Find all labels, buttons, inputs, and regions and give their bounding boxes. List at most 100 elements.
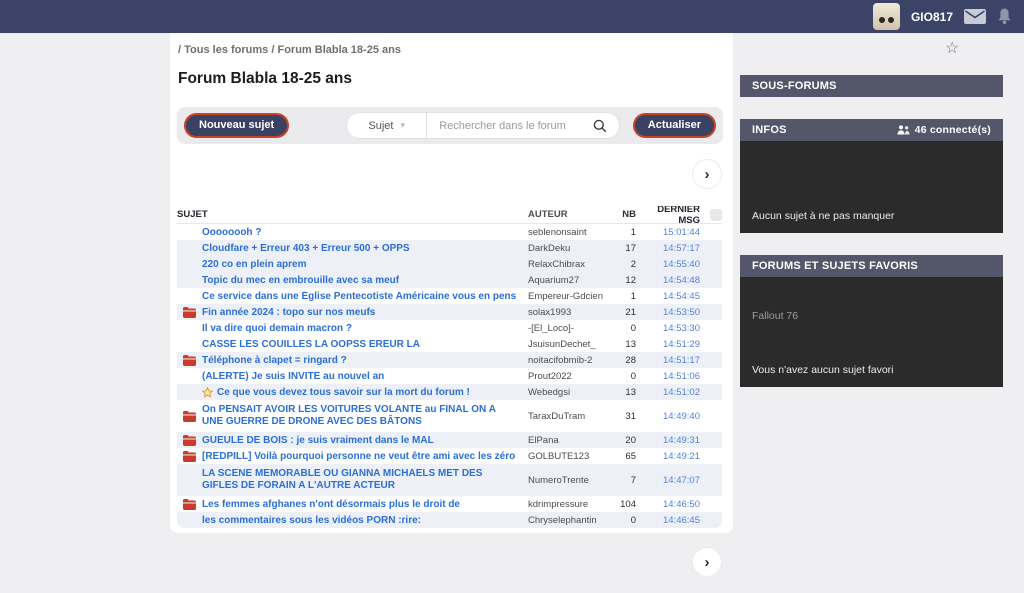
favorite-forum-link[interactable]: Fallout 76 <box>752 310 798 322</box>
topic-last-msg-time[interactable]: 14:55:40 <box>636 259 700 270</box>
topic-last-msg-time[interactable]: 14:51:29 <box>636 339 700 350</box>
topic-author[interactable]: seblenonsaint <box>516 227 606 238</box>
bell-icon[interactable] <box>997 8 1012 25</box>
topic-title: GUEULE DE BOIS : je suis vraiment dans l… <box>202 435 434 446</box>
topic-title: On PENSAIT AVOIR LES VOITURES VOLANTE au… <box>202 404 516 429</box>
topic-link[interactable]: Ce service dans une Église Pentecotiste … <box>202 291 516 302</box>
search-input[interactable] <box>427 120 593 132</box>
topic-author[interactable]: DarkDeku <box>516 243 606 254</box>
topic-reply-count: 28 <box>606 355 636 366</box>
hot-folder-icon <box>183 499 196 510</box>
topic-last-msg-time[interactable]: 14:54:48 <box>636 275 700 286</box>
topic-author[interactable]: -[El_Loco]- <box>516 323 606 334</box>
new-topic-button[interactable]: Nouveau sujet <box>184 113 289 138</box>
topic-last-msg-time[interactable]: 14:49:40 <box>636 411 700 422</box>
subforums-title: SOUS-FORUMS <box>752 80 837 92</box>
topic-title: Il va dire quoi demain macron ? <box>202 323 352 334</box>
topic-link[interactable]: GUEULE DE BOIS : je suis vraiment dans l… <box>202 435 434 446</box>
topic-link[interactable]: Les femmes afghanes n'ont désormais plus… <box>202 499 460 510</box>
topic-last-msg-time[interactable]: 14:49:21 <box>636 451 700 462</box>
topic-last-msg-time[interactable]: 14:46:50 <box>636 499 700 510</box>
next-page-button-bottom[interactable]: › <box>693 548 721 576</box>
topic-author[interactable]: Prout2022 <box>516 371 606 382</box>
refresh-button[interactable]: Actualiser <box>633 113 716 138</box>
topic-author[interactable]: solax1993 <box>516 307 606 318</box>
next-page-button[interactable]: › <box>693 160 721 188</box>
search-filter-select[interactable]: Sujet ▾ <box>347 113 427 138</box>
topic-author[interactable]: Aquarium27 <box>516 275 606 286</box>
topic-title: 220 co en plein aprem <box>202 259 307 270</box>
topic-author[interactable]: Chryselephantin <box>516 515 606 526</box>
topic-link[interactable]: [REDPILL] Voilà pourquoi personne ne veu… <box>202 451 516 462</box>
topic-last-msg-time[interactable]: 14:51:02 <box>636 387 700 398</box>
topic-link[interactable]: 220 co en plein aprem <box>202 259 307 270</box>
table-row: Téléphone à clapet = ringard ? noitacifo… <box>177 352 722 368</box>
infos-title: INFOS <box>752 124 787 136</box>
topic-last-msg-time[interactable]: 14:51:17 <box>636 355 700 366</box>
topic-link[interactable]: Téléphone à clapet = ringard ? <box>202 355 347 366</box>
topic-last-msg-time[interactable]: 15:01:44 <box>636 227 700 238</box>
hot-folder-icon <box>183 355 196 366</box>
topic-reply-count: 12 <box>606 275 636 286</box>
breadcrumb-current-forum[interactable]: Forum Blabla 18-25 ans <box>277 44 401 56</box>
topic-title: [REDPILL] Voilà pourquoi personne ne veu… <box>202 451 516 462</box>
topic-last-msg-time[interactable]: 14:46:45 <box>636 515 700 526</box>
topic-author[interactable]: NumeroTrente <box>516 475 606 486</box>
topic-author[interactable]: Empereur-Gdcien <box>516 291 606 302</box>
topic-list: Oooooooh ? seblenonsaint 1 15:01:44 Clou… <box>177 224 722 528</box>
topic-reply-count: 7 <box>606 475 636 486</box>
topic-last-msg-time[interactable]: 14:53:50 <box>636 307 700 318</box>
topic-last-msg-time[interactable]: 14:47:07 <box>636 475 700 486</box>
topic-author[interactable]: noitacifobmib-2 <box>516 355 606 366</box>
topic-link[interactable]: Ce que vous devez tous savoir sur la mor… <box>202 387 470 398</box>
favorites-title: FORUMS ET SUJETS FAVORIS <box>752 260 918 272</box>
topic-title: Ce service dans une Église Pentecotiste … <box>202 291 516 302</box>
topic-last-msg-time[interactable]: 14:53:30 <box>636 323 700 334</box>
username[interactable]: GIO817 <box>911 10 953 24</box>
mail-icon[interactable] <box>964 9 986 24</box>
topic-author[interactable]: Webedgsi <box>516 387 606 398</box>
search-icon[interactable] <box>593 119 619 133</box>
chevron-down-icon: ▾ <box>400 120 405 131</box>
page-title: Forum Blabla 18-25 ans <box>178 70 352 88</box>
topic-last-msg-time[interactable]: 14:51:06 <box>636 371 700 382</box>
topic-author[interactable]: ElPana <box>516 435 606 446</box>
topic-author[interactable]: kdrimpressure <box>516 499 606 510</box>
topic-author[interactable]: TaraxDuTram <box>516 411 606 422</box>
infos-empty-message: Aucun sujet à ne pas manquer <box>752 210 894 222</box>
topic-link[interactable]: Fin année 2024 : topo sur nos meufs <box>202 307 375 318</box>
topic-reply-count: 2 <box>606 259 636 270</box>
topic-author[interactable]: GOLBUTE123 <box>516 451 606 462</box>
topic-icon-cell <box>177 435 202 446</box>
table-row: On PENSAIT AVOIR LES VOITURES VOLANTE au… <box>177 400 722 432</box>
topic-reply-count: 21 <box>606 307 636 318</box>
breadcrumb-all-forums[interactable]: Tous les forums <box>184 44 268 56</box>
topic-link[interactable]: Il va dire quoi demain macron ? <box>202 323 352 334</box>
pinned-star-icon <box>202 387 213 398</box>
topic-link[interactable]: LA SCENE MEMORABLE OU GIANNA MICHAELS ME… <box>202 465 516 496</box>
avatar[interactable] <box>873 3 900 30</box>
topic-last-msg-time[interactable]: 14:57:17 <box>636 243 700 254</box>
topic-last-msg-time[interactable]: 14:49:31 <box>636 435 700 446</box>
topic-link[interactable]: On PENSAIT AVOIR LES VOITURES VOLANTE au… <box>202 401 516 432</box>
topic-link[interactable]: Oooooooh ? <box>202 227 261 238</box>
topic-link[interactable]: les commentaires sous les vidéos PORN :r… <box>202 515 421 526</box>
select-all-checkbox[interactable] <box>710 209 722 221</box>
connected-count[interactable]: 46 connecté(s) <box>915 124 991 136</box>
hot-folder-icon <box>183 411 196 422</box>
topic-author[interactable]: JsuisunDechet_ <box>516 339 606 350</box>
topic-link[interactable]: CASSE LES COUILLES LA OOPSS EREUR LA <box>202 339 420 350</box>
infos-panel: Aucun sujet à ne pas manquer <box>740 141 1003 233</box>
header-subject: SUJET <box>177 209 516 220</box>
topic-link[interactable]: (ALERTE) Je suis INVITÉ au nouvel an <box>202 371 384 382</box>
table-row: Les femmes afghanes n'ont désormais plus… <box>177 496 722 512</box>
topic-reply-count: 0 <box>606 515 636 526</box>
topic-link[interactable]: Cloudfare + Erreur 403 + Erreur 500 + OP… <box>202 243 410 254</box>
topic-last-msg-time[interactable]: 14:54:45 <box>636 291 700 302</box>
topic-reply-count: 31 <box>606 411 636 422</box>
topic-author[interactable]: RelaxChibrax <box>516 259 606 270</box>
topic-reply-count: 104 <box>606 499 636 510</box>
favorite-star-icon[interactable]: ☆ <box>945 41 959 57</box>
topic-link[interactable]: Topic du mec en embrouille avec sa meuf <box>202 275 399 286</box>
breadcrumb-separator: / <box>271 44 274 56</box>
